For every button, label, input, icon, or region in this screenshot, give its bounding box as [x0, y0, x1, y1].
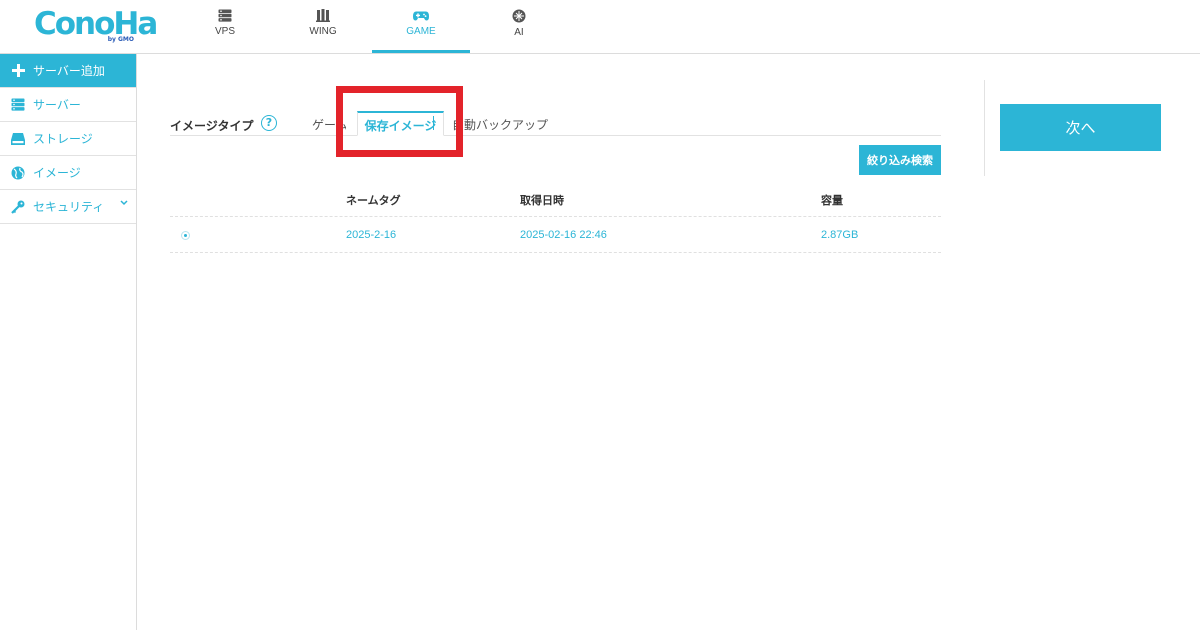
cell-name-tag: 2025-2-16 [346, 229, 397, 241]
sidebar-item-label: セキュリティ [33, 200, 105, 214]
table-header-divider [170, 216, 941, 217]
next-button[interactable]: 次へ [1000, 104, 1161, 151]
conoha-logo[interactable]: ConoHa by GMO [34, 6, 158, 44]
tab-label: AI [514, 27, 524, 38]
storage-icon [10, 131, 26, 147]
tab-vps[interactable]: VPS [176, 0, 274, 53]
key-icon [10, 199, 26, 215]
sidebar-item-image[interactable]: イメージ [0, 156, 136, 190]
row-select-radio[interactable] [181, 231, 190, 240]
cell-size: 2.87GB [821, 229, 859, 241]
sidebar-item-add-server[interactable]: サーバー追加 [0, 54, 136, 88]
sidebar-item-server[interactable]: サーバー [0, 88, 136, 122]
sidebar-item-label: サーバー [33, 98, 81, 112]
server-icon [218, 9, 232, 22]
sidebar: サーバー追加 サーバー ストレージ イメージ セキュリティ [0, 54, 137, 630]
tab-wing[interactable]: WING [274, 0, 372, 53]
globe-icon [10, 165, 26, 181]
column-header-size: 容量 [821, 194, 843, 207]
help-icon[interactable]: ? [261, 115, 277, 131]
tab-label: WING [309, 26, 337, 37]
sidebar-item-label: サーバー追加 [33, 64, 105, 78]
column-header-name-tag: ネームタグ [346, 194, 401, 207]
right-panel-divider [984, 80, 985, 176]
sidebar-item-label: イメージ [33, 166, 81, 180]
tab-ai[interactable]: AI [470, 0, 568, 53]
server-icon [10, 97, 26, 113]
gamepad-icon [413, 11, 429, 21]
tab-label: VPS [214, 26, 235, 37]
sidebar-item-label: ストレージ [33, 132, 93, 146]
annotation-highlight-box [336, 86, 463, 157]
sidebar-item-security[interactable]: セキュリティ [0, 190, 136, 224]
wing-icon [316, 9, 330, 22]
plus-icon [10, 63, 26, 79]
logo-subtext: by GMO [107, 36, 134, 43]
column-header-acquired: 取得日時 [520, 194, 564, 207]
sidebar-item-storage[interactable]: ストレージ [0, 122, 136, 156]
top-header: ConoHa by GMO VPS WING GAME AI [0, 0, 1200, 54]
table-row-divider [170, 252, 941, 253]
tab-game[interactable]: GAME [372, 0, 470, 53]
image-type-label: イメージタイプ [170, 119, 254, 133]
logo-text: ConoHa [34, 6, 158, 42]
subtab-divider [170, 135, 941, 136]
filter-search-button[interactable]: 絞り込み検索 [859, 145, 941, 175]
tab-label: GAME [406, 26, 436, 37]
tab-auto-backup[interactable]: 自動バックアップ [452, 116, 548, 133]
chevron-down-icon [120, 200, 128, 206]
ai-chip-icon [512, 9, 526, 23]
cell-acquired: 2025-02-16 22:46 [520, 229, 607, 241]
